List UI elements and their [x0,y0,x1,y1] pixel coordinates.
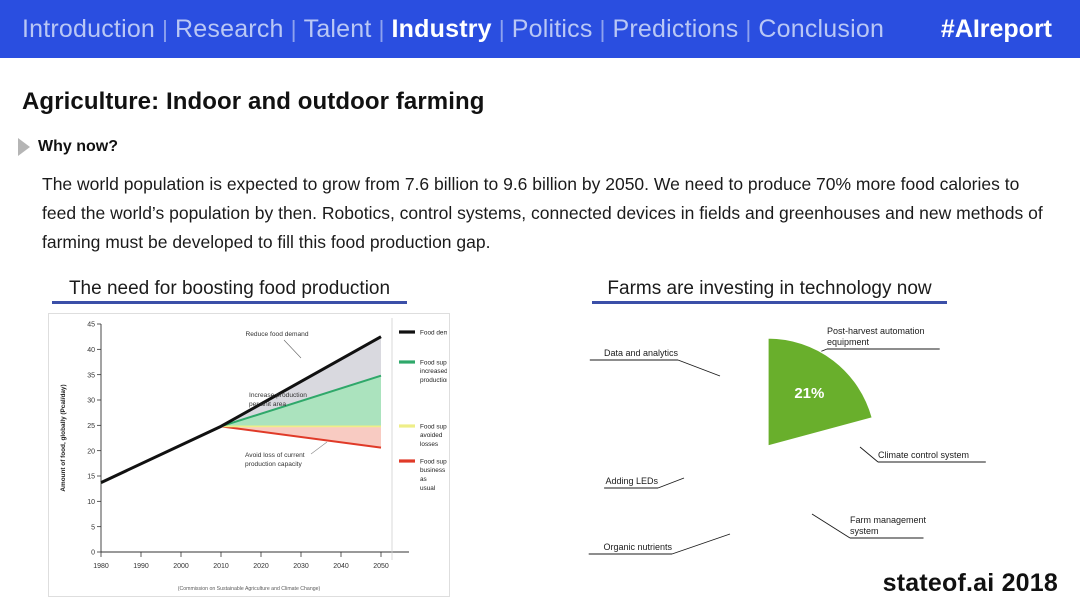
annotation-leader-2 [310,441,328,455]
y-tick-label: 35 [87,372,95,379]
annotation-avoid-loss: Avoid loss of current [245,452,305,459]
pie-callout-leader-1 [859,446,879,463]
annotation-reduce-food-demand: Reduce food demand [245,331,308,338]
annotation-increase-production-2: per unit area [249,401,286,408]
pie-callout-label-2: system [850,526,879,536]
y-tick-label: 5 [91,524,95,531]
y-tick-label: 20 [87,448,95,455]
x-tick-label: 1990 [133,563,149,570]
nav-item-talent[interactable]: Talent [304,15,372,44]
legend-label-2-cont: avoided [420,432,443,439]
left-panel-heading: The need for boosting food production [52,278,407,304]
nav-underline [0,58,1080,62]
nav-item-politics[interactable]: Politics [512,15,593,44]
annotation-leader-1 [283,339,302,359]
legend-label-2: Food supply – [420,423,447,430]
x-tick-label: 2010 [213,563,229,570]
pie-callout-label-2: Farm management [850,515,927,525]
x-tick-label: 2050 [373,563,389,570]
pie-chart-svg: 16%Post-harvest automationequipment18%Cl… [588,326,986,555]
report-hashtag: #AIreport [940,14,1052,43]
legend-label-1: Food supply – [420,359,447,366]
y-tick-label: 40 [87,347,95,354]
triangle-bullet-icon [18,138,30,156]
page-title: Agriculture: Indoor and outdoor farming [22,88,485,115]
nav-item-industry[interactable]: Industry [392,15,492,44]
pie-slice-value-5: 21% [794,385,824,402]
legend-label-2-cont: losses [420,441,438,448]
y-tick-label: 15 [87,474,95,481]
right-panel-heading: Farms are investing in technology now [592,278,947,304]
nav-separator: | [378,15,385,42]
pie-callout-leader-2 [811,513,851,539]
nav-separator: | [290,15,297,42]
pie-callout-leader-3 [671,533,731,555]
y-tick-label: 10 [87,499,95,506]
nav-item-research[interactable]: Research [175,15,284,44]
nav-separator: | [599,15,606,42]
legend-label-3-cont: as [420,476,427,483]
x-tick-label: 2030 [293,563,309,570]
nav-separator: | [162,15,169,42]
x-tick-label: 2000 [173,563,189,570]
pie-callout-label-4: Adding LEDs [605,476,658,486]
pie-callout-label-0: equipment [827,337,870,347]
nav-item-conclusion[interactable]: Conclusion [758,15,884,44]
pie-callout-label-3: Organic nutrients [603,542,672,552]
nav-item-list: Introduction | Research | Talent | Industry | Po… [22,15,941,44]
pie-callout-label-0: Post-harvest automation [827,326,925,336]
x-tick-label: 2020 [253,563,269,570]
pie-callout-leader-5 [677,359,721,377]
pie-callout-label-1: Climate control system [878,450,969,460]
x-tick-label: 1980 [93,563,109,570]
body-paragraph: The world population is expected to grow… [42,174,1043,252]
pie-callout-leader-4 [657,477,685,489]
footer-brand: stateof.ai 2018 [882,569,1058,597]
left-panel-heading-text: The need for boosting food production [68,278,391,299]
y-axis-title: Amount of food, globally (Pcal/day) [60,384,67,491]
legend-label-1-cont: increased [420,368,447,375]
why-now-label: Why now? [38,138,118,155]
y-tick-label: 0 [91,550,95,557]
annotation-avoid-loss-2: production capacity [245,461,303,468]
y-tick-label: 30 [87,398,95,405]
legend-label-1-cont: production [420,377,447,384]
nav-item-predictions[interactable]: Predictions [613,15,739,44]
legend-label-0: Food demand [420,329,447,336]
legend-label-3-cont: business [420,467,445,474]
x-tick-label: 2040 [333,563,349,570]
y-tick-label: 25 [87,423,95,430]
y-tick-label: 45 [87,322,95,329]
line-chart-food-production: 0 5 10 15 20 25 30 35 40 45 1980 1990 2000 2010 2020 20… [48,313,450,597]
line-chart-caption: (Commission on Sustainable Agriculture a… [177,586,321,592]
nav-separator: | [745,15,752,42]
left-panel-rule [52,301,407,304]
line-chart-svg: 0 5 10 15 20 25 30 35 40 45 1980 1990 2000 2010 2020 20… [60,318,447,570]
why-now-row: Why now? [18,138,118,156]
legend-label-3-cont: usual [420,485,435,492]
right-panel-rule [592,301,947,304]
right-panel-heading-text: Farms are investing in technology now [607,278,932,299]
pie-callout-label-5: Data and analytics [604,348,679,358]
nav-item-introduction[interactable]: Introduction [22,15,155,44]
legend-label-3: Food supply – [420,458,447,465]
top-navigation-bar: Introduction | Research | Talent | Industry | Po… [0,0,1080,58]
annotation-increase-production: Increase production [249,392,307,399]
nav-separator: | [498,15,505,42]
pie-chart-farm-investment: 16%Post-harvest automationequipment18%Cl… [560,318,1060,588]
